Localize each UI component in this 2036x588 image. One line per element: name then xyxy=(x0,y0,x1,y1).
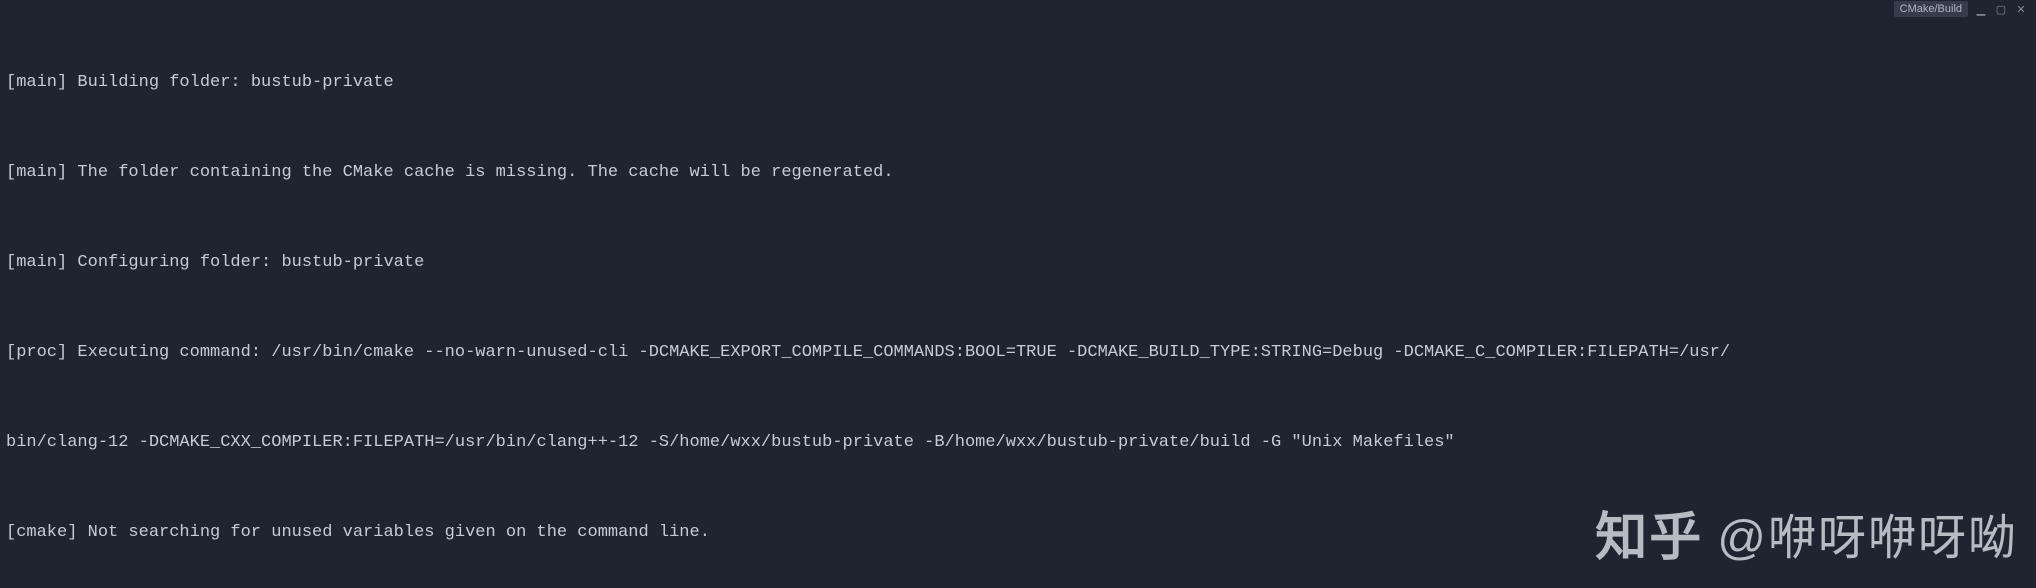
terminal-output[interactable]: [main] Building folder: bustub-private [… xyxy=(0,0,2036,588)
log-line: [main] The folder containing the CMake c… xyxy=(6,158,2030,188)
log-line: [proc] Executing command: /usr/bin/cmake… xyxy=(6,338,2030,368)
minimize-icon[interactable]: ▁ xyxy=(1974,2,1988,16)
close-icon[interactable]: ✕ xyxy=(2014,2,2028,16)
panel-topbar: CMake/Build ▁ ▢ ✕ xyxy=(1894,0,2036,18)
panel-title-pill: CMake/Build xyxy=(1894,1,1968,17)
maximize-icon[interactable]: ▢ xyxy=(1994,2,2008,16)
log-line: bin/clang-12 -DCMAKE_CXX_COMPILER:FILEPA… xyxy=(6,428,2030,458)
log-line: [main] Configuring folder: bustub-privat… xyxy=(6,248,2030,278)
log-line: [cmake] Not searching for unused variabl… xyxy=(6,518,2030,548)
log-line: [main] Building folder: bustub-private xyxy=(6,68,2030,98)
